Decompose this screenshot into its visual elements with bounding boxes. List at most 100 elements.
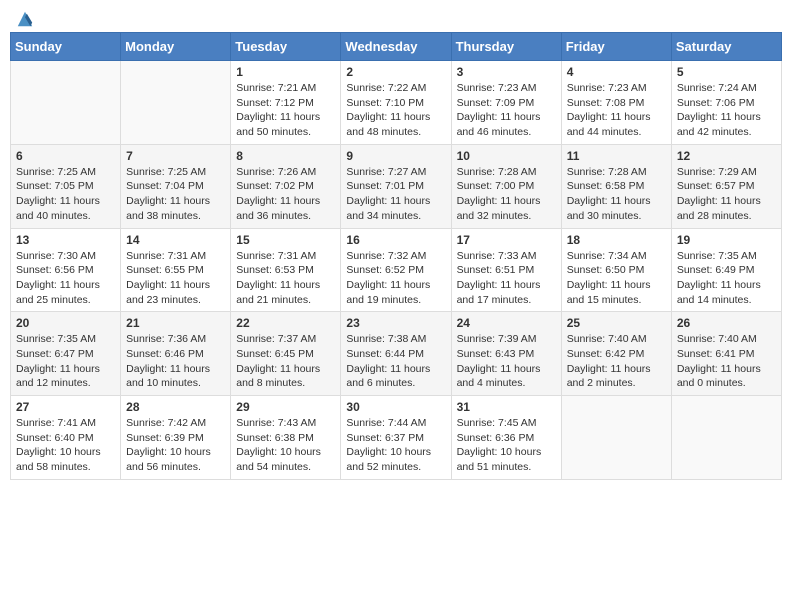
day-info: Sunrise: 7:44 AM Sunset: 6:37 PM Dayligh… (346, 416, 445, 475)
day-info: Sunrise: 7:31 AM Sunset: 6:55 PM Dayligh… (126, 249, 225, 308)
sunset-label: Sunset: 6:36 PM (457, 432, 535, 444)
day-info: Sunrise: 7:41 AM Sunset: 6:40 PM Dayligh… (16, 416, 115, 475)
sunset-label: Sunset: 6:58 PM (567, 180, 645, 192)
sunrise-label: Sunrise: 7:42 AM (126, 417, 206, 429)
sunrise-label: Sunrise: 7:40 AM (567, 333, 647, 345)
day-number: 27 (16, 400, 115, 414)
calendar-cell: 8 Sunrise: 7:26 AM Sunset: 7:02 PM Dayli… (231, 144, 341, 228)
calendar-cell: 17 Sunrise: 7:33 AM Sunset: 6:51 PM Dayl… (451, 228, 561, 312)
day-info: Sunrise: 7:36 AM Sunset: 6:46 PM Dayligh… (126, 332, 225, 391)
calendar-cell: 4 Sunrise: 7:23 AM Sunset: 7:08 PM Dayli… (561, 61, 671, 145)
sunrise-label: Sunrise: 7:23 AM (457, 82, 537, 94)
day-info: Sunrise: 7:25 AM Sunset: 7:04 PM Dayligh… (126, 165, 225, 224)
sunrise-label: Sunrise: 7:40 AM (677, 333, 757, 345)
day-info: Sunrise: 7:26 AM Sunset: 7:02 PM Dayligh… (236, 165, 335, 224)
day-number: 30 (346, 400, 445, 414)
sunrise-label: Sunrise: 7:39 AM (457, 333, 537, 345)
sunrise-label: Sunrise: 7:34 AM (567, 250, 647, 262)
daylight-label: Daylight: 11 hours and 6 minutes. (346, 363, 430, 390)
day-info: Sunrise: 7:22 AM Sunset: 7:10 PM Dayligh… (346, 81, 445, 140)
sunset-label: Sunset: 7:00 PM (457, 180, 535, 192)
calendar-cell: 24 Sunrise: 7:39 AM Sunset: 6:43 PM Dayl… (451, 312, 561, 396)
sunrise-label: Sunrise: 7:30 AM (16, 250, 96, 262)
day-number: 20 (16, 316, 115, 330)
day-header-monday: Monday (121, 33, 231, 61)
calendar-cell: 1 Sunrise: 7:21 AM Sunset: 7:12 PM Dayli… (231, 61, 341, 145)
daylight-label: Daylight: 11 hours and 32 minutes. (457, 195, 541, 222)
calendar-cell: 21 Sunrise: 7:36 AM Sunset: 6:46 PM Dayl… (121, 312, 231, 396)
calendar-cell: 16 Sunrise: 7:32 AM Sunset: 6:52 PM Dayl… (341, 228, 451, 312)
daylight-label: Daylight: 11 hours and 28 minutes. (677, 195, 761, 222)
calendar-cell: 28 Sunrise: 7:42 AM Sunset: 6:39 PM Dayl… (121, 396, 231, 480)
day-number: 17 (457, 233, 556, 247)
daylight-label: Daylight: 11 hours and 38 minutes. (126, 195, 210, 222)
day-info: Sunrise: 7:30 AM Sunset: 6:56 PM Dayligh… (16, 249, 115, 308)
day-number: 11 (567, 149, 666, 163)
sunset-label: Sunset: 6:56 PM (16, 264, 94, 276)
day-number: 14 (126, 233, 225, 247)
day-info: Sunrise: 7:28 AM Sunset: 6:58 PM Dayligh… (567, 165, 666, 224)
day-info: Sunrise: 7:37 AM Sunset: 6:45 PM Dayligh… (236, 332, 335, 391)
day-number: 29 (236, 400, 335, 414)
daylight-label: Daylight: 11 hours and 15 minutes. (567, 279, 651, 306)
sunrise-label: Sunrise: 7:25 AM (16, 166, 96, 178)
sunset-label: Sunset: 7:06 PM (677, 97, 755, 109)
calendar-cell: 12 Sunrise: 7:29 AM Sunset: 6:57 PM Dayl… (671, 144, 781, 228)
day-info: Sunrise: 7:27 AM Sunset: 7:01 PM Dayligh… (346, 165, 445, 224)
calendar-cell: 19 Sunrise: 7:35 AM Sunset: 6:49 PM Dayl… (671, 228, 781, 312)
sunset-label: Sunset: 7:01 PM (346, 180, 424, 192)
daylight-label: Daylight: 11 hours and 14 minutes. (677, 279, 761, 306)
sunset-label: Sunset: 7:12 PM (236, 97, 314, 109)
daylight-label: Daylight: 11 hours and 10 minutes. (126, 363, 210, 390)
calendar-cell: 2 Sunrise: 7:22 AM Sunset: 7:10 PM Dayli… (341, 61, 451, 145)
sunrise-label: Sunrise: 7:33 AM (457, 250, 537, 262)
sunrise-label: Sunrise: 7:31 AM (236, 250, 316, 262)
sunset-label: Sunset: 7:05 PM (16, 180, 94, 192)
day-info: Sunrise: 7:25 AM Sunset: 7:05 PM Dayligh… (16, 165, 115, 224)
day-number: 1 (236, 65, 335, 79)
sunset-label: Sunset: 6:43 PM (457, 348, 535, 360)
sunrise-label: Sunrise: 7:28 AM (457, 166, 537, 178)
calendar-cell: 10 Sunrise: 7:28 AM Sunset: 7:00 PM Dayl… (451, 144, 561, 228)
calendar-cell (561, 396, 671, 480)
calendar-header-row: SundayMondayTuesdayWednesdayThursdayFrid… (11, 33, 782, 61)
day-number: 15 (236, 233, 335, 247)
daylight-label: Daylight: 11 hours and 12 minutes. (16, 363, 100, 390)
daylight-label: Daylight: 11 hours and 30 minutes. (567, 195, 651, 222)
calendar-cell: 23 Sunrise: 7:38 AM Sunset: 6:44 PM Dayl… (341, 312, 451, 396)
day-header-friday: Friday (561, 33, 671, 61)
sunset-label: Sunset: 7:09 PM (457, 97, 535, 109)
calendar-week-5: 27 Sunrise: 7:41 AM Sunset: 6:40 PM Dayl… (11, 396, 782, 480)
daylight-label: Daylight: 11 hours and 34 minutes. (346, 195, 430, 222)
sunset-label: Sunset: 6:53 PM (236, 264, 314, 276)
sunrise-label: Sunrise: 7:24 AM (677, 82, 757, 94)
calendar-cell: 6 Sunrise: 7:25 AM Sunset: 7:05 PM Dayli… (11, 144, 121, 228)
daylight-label: Daylight: 10 hours and 54 minutes. (236, 446, 321, 473)
calendar-week-1: 1 Sunrise: 7:21 AM Sunset: 7:12 PM Dayli… (11, 61, 782, 145)
sunrise-label: Sunrise: 7:21 AM (236, 82, 316, 94)
day-number: 28 (126, 400, 225, 414)
day-header-saturday: Saturday (671, 33, 781, 61)
day-info: Sunrise: 7:24 AM Sunset: 7:06 PM Dayligh… (677, 81, 776, 140)
sunset-label: Sunset: 7:04 PM (126, 180, 204, 192)
day-header-tuesday: Tuesday (231, 33, 341, 61)
day-number: 3 (457, 65, 556, 79)
calendar-table: SundayMondayTuesdayWednesdayThursdayFrid… (10, 32, 782, 480)
day-header-thursday: Thursday (451, 33, 561, 61)
day-header-sunday: Sunday (11, 33, 121, 61)
day-number: 5 (677, 65, 776, 79)
calendar-cell (11, 61, 121, 145)
day-info: Sunrise: 7:35 AM Sunset: 6:47 PM Dayligh… (16, 332, 115, 391)
day-number: 26 (677, 316, 776, 330)
day-info: Sunrise: 7:34 AM Sunset: 6:50 PM Dayligh… (567, 249, 666, 308)
daylight-label: Daylight: 11 hours and 8 minutes. (236, 363, 320, 390)
daylight-label: Daylight: 10 hours and 52 minutes. (346, 446, 431, 473)
day-info: Sunrise: 7:28 AM Sunset: 7:00 PM Dayligh… (457, 165, 556, 224)
calendar-cell: 31 Sunrise: 7:45 AM Sunset: 6:36 PM Dayl… (451, 396, 561, 480)
day-info: Sunrise: 7:23 AM Sunset: 7:08 PM Dayligh… (567, 81, 666, 140)
day-number: 25 (567, 316, 666, 330)
sunset-label: Sunset: 6:44 PM (346, 348, 424, 360)
sunrise-label: Sunrise: 7:35 AM (16, 333, 96, 345)
sunset-label: Sunset: 6:40 PM (16, 432, 94, 444)
sunset-label: Sunset: 6:38 PM (236, 432, 314, 444)
